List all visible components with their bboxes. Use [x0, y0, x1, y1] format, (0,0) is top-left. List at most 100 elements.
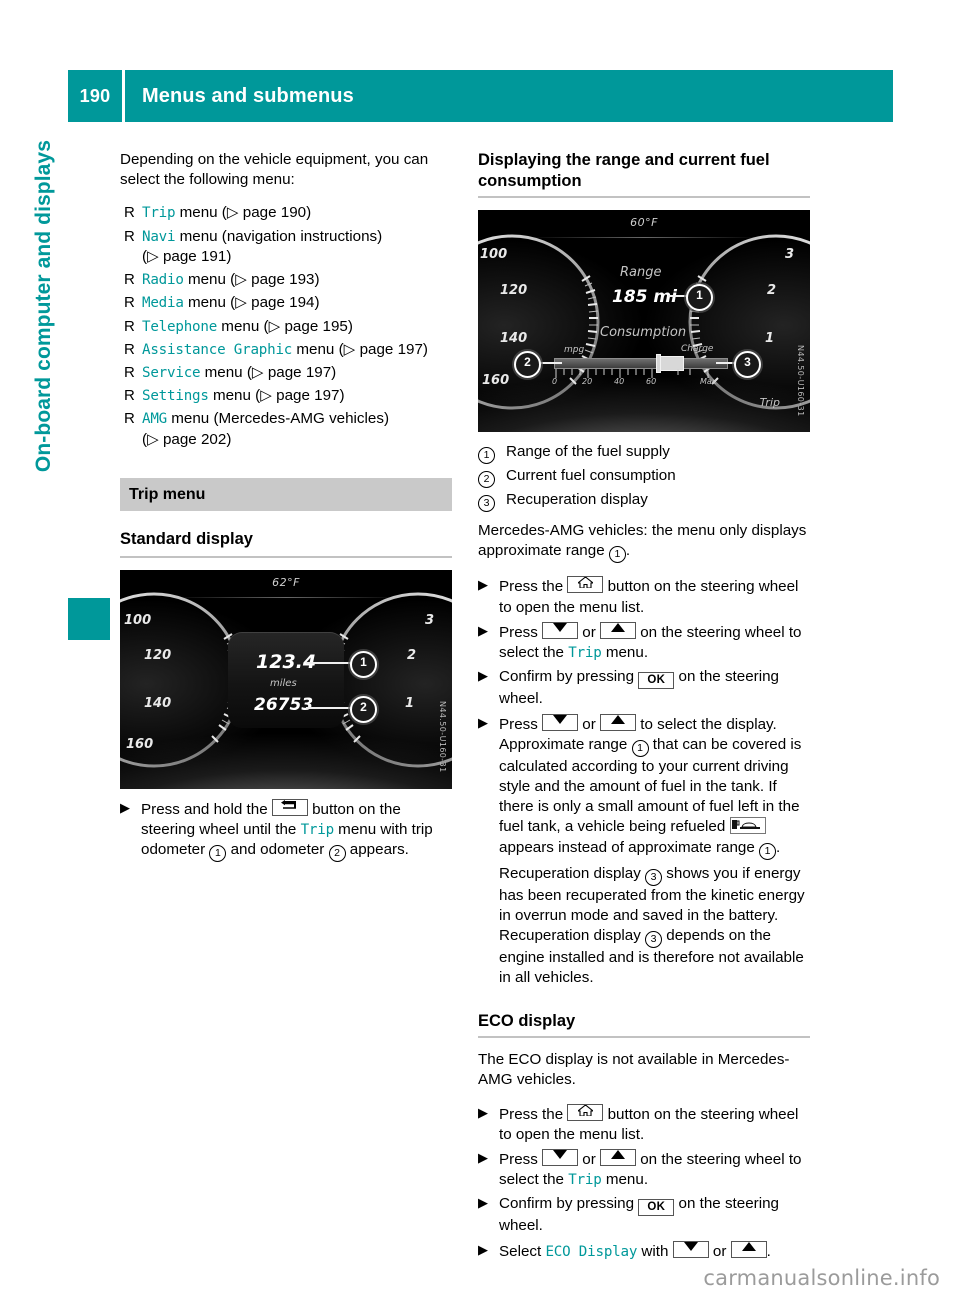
section-heading-range-fuel: Displaying the range and current fuel co… [478, 151, 770, 190]
down-key-icon[interactable] [542, 1149, 579, 1167]
down-key-icon[interactable] [542, 621, 579, 639]
list-item-body: Trip menu (▷ page 190) [142, 203, 452, 223]
step-text-c: . [766, 1242, 771, 1260]
ref-arrow-icon: ▷ [235, 271, 247, 289]
step-text: Press or on the steering wheel to select… [499, 621, 810, 663]
step-item: ▶ Press or on the steering wheel to sele… [478, 621, 810, 663]
step-arrow-icon: ▶ [478, 714, 488, 730]
scale-tick-20: 20 [582, 377, 593, 387]
rpm-tick-2: 2 [766, 283, 776, 299]
page-ref: page 190) [238, 204, 312, 222]
page-number: 190 [79, 85, 111, 106]
home-key-icon[interactable] [567, 576, 604, 594]
down-key-icon[interactable] [672, 1240, 709, 1258]
menu-name-trip: Trip [568, 1172, 602, 1189]
menu-rest: menu ( [183, 271, 236, 289]
menu-name: Navi [142, 228, 176, 245]
up-key-icon[interactable] [600, 1149, 636, 1167]
figure-part-code: N44.50-U160-31 [796, 344, 805, 417]
step-item: ▶ Press the button on the steering wheel… [478, 576, 810, 617]
legend-number: 1 [478, 447, 495, 465]
ref-arrow-icon: ▷ [260, 387, 272, 405]
up-key-icon[interactable] [730, 1240, 767, 1258]
step-text-e: appears. [345, 841, 409, 859]
amg-note: Mercedes-AMG vehicles: the menu only dis… [478, 521, 810, 564]
menu-name: Media [142, 295, 184, 312]
menu-rest: menu ( [175, 204, 227, 222]
list-item-body: Assistance Graphic menu (▷ page 197) [142, 340, 452, 360]
step-item: ▶ Press the button on the steering wheel… [478, 1103, 810, 1145]
step-text-c: menu. [601, 644, 649, 662]
page-ref: page 191) [158, 247, 232, 265]
menu-rest: menu ( [217, 317, 269, 335]
step-text-a: Press the [499, 578, 568, 596]
step-arrow-icon: ▶ [478, 668, 488, 684]
ok-key[interactable]: OK [638, 672, 675, 690]
amg-note-text-b: . [625, 542, 631, 560]
intro-paragraph: Depending on the vehicle equipment, you … [120, 151, 429, 189]
ok-key[interactable]: OK [638, 1199, 675, 1217]
step-text: Confirm by pressing OK on the steering w… [499, 667, 810, 709]
menu-rest: menu ( [208, 387, 261, 405]
ref-arrow-icon: ▷ [268, 317, 281, 335]
legend-item: 3 Recuperation display [478, 490, 810, 513]
rpm-tick-2: 2 [406, 648, 416, 664]
menu-name-eco-display: ECO Display [545, 1243, 638, 1260]
callout-leader-1 [306, 662, 354, 664]
step-text-or: or [578, 715, 600, 733]
inline-callout-1: 1 [631, 739, 649, 757]
list-item-body: Settings menu (▷ page 197) [142, 386, 452, 406]
bullet-marker: R [124, 204, 135, 222]
page-ref: page 197) [263, 363, 337, 381]
menu-name: Radio [142, 272, 184, 289]
menu-rest: menu (Mercedes-AMG vehicles) [167, 410, 390, 428]
up-key-icon[interactable] [600, 713, 636, 731]
back-key-icon[interactable] [271, 799, 308, 817]
bullet-marker: R [124, 410, 135, 428]
legend-item: 1 Range of the fuel supply [478, 442, 810, 465]
list-item-body: Radio menu (▷ page 193) [142, 270, 452, 290]
consumption-bar [554, 358, 728, 370]
range-label: Range [620, 265, 662, 281]
inline-callout-2: 2 [328, 845, 346, 863]
legend-callout-2: 2 [478, 466, 506, 489]
menu-rest: menu ( [292, 340, 344, 358]
list-item-body: Service menu (▷ page 197) [142, 363, 452, 383]
eco-intro: The ECO display is not available in Merc… [478, 1051, 790, 1089]
scale-tick-0: 0 [552, 377, 558, 387]
step-text-a: Press and hold the [141, 801, 272, 819]
step-text-or: or [708, 1242, 731, 1260]
consumption-unit-charge: Charge [681, 344, 714, 355]
ref-arrow-icon: ▷ [147, 247, 159, 265]
step-arrow-icon: ▶ [478, 1241, 488, 1257]
step-text-d: appears instead of approximate range [499, 838, 760, 856]
list-item-body: Media menu (▷ page 194) [142, 293, 452, 313]
step-text-or: or [578, 623, 600, 641]
list-item: R Media menu (▷ page 194) [120, 293, 452, 313]
figure-temperature: 62°F [272, 576, 300, 590]
bullet-marker: R [124, 340, 135, 358]
down-key-icon[interactable] [542, 713, 579, 731]
figure-top-divider [530, 237, 758, 239]
menu-name-trip: Trip [300, 822, 335, 839]
bullet-marker: R [124, 294, 135, 312]
list-item: R Radio menu (▷ page 193) [120, 270, 452, 290]
step-text-a: Press [499, 715, 543, 733]
step-arrow-icon: ▶ [478, 1195, 488, 1211]
page-ref: page 197) [355, 340, 428, 358]
bullet-marker: R [124, 317, 135, 335]
list-item: R Navi menu (navigation instructions) (▷ … [120, 227, 452, 267]
trip-label: Trip [759, 396, 780, 410]
figure-part-code: N44.50-U160-31 [438, 701, 447, 774]
step-text-a: Select [499, 1242, 546, 1260]
list-item: R AMG menu (Mercedes-AMG vehicles) (▷ pag… [120, 409, 452, 449]
up-key-icon[interactable] [600, 621, 636, 639]
legend-text: Current fuel consumption [506, 467, 676, 485]
chapter-tab-label: On-board computer and displays [32, 140, 55, 473]
consumption-label: Consumption [600, 325, 687, 341]
ref-arrow-icon: ▷ [343, 340, 356, 358]
home-key-icon[interactable] [567, 1103, 604, 1121]
list-item-body: Navi menu (navigation instructions) (▷ pa… [142, 227, 452, 267]
speed-tick-160: 160 [482, 373, 510, 389]
list-item: R Service menu (▷ page 197) [120, 363, 452, 383]
